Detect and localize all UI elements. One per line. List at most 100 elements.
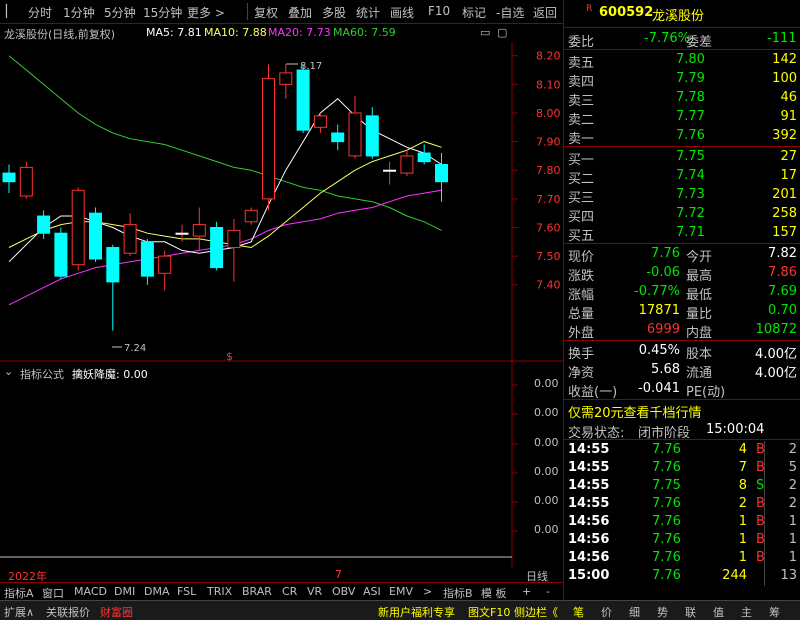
quick-view-button[interactable]: 联 (685, 604, 696, 620)
tab-indicator-a[interactable]: 指标A (4, 585, 34, 601)
wealth-circle-button[interactable]: 财富圈 (100, 604, 133, 620)
add-pane-button[interactable]: + (522, 585, 531, 598)
price-axis-tick: 7.70 (536, 193, 561, 206)
ask-row[interactable]: 卖三 7.78 46 (564, 89, 800, 109)
level-price: 7.76 (676, 128, 705, 143)
tab-window[interactable]: 窗口 (42, 585, 64, 601)
quick-view-button[interactable]: 价 (601, 604, 612, 620)
tab-1min[interactable]: 1分钟 (63, 4, 95, 21)
candle-body (37, 215, 51, 234)
tab-asi[interactable]: ASI (363, 585, 381, 598)
quick-view-button[interactable]: 筹 (769, 604, 780, 620)
ask-row[interactable]: 卖二 7.77 91 (564, 108, 800, 128)
expand-button[interactable]: 扩展∧ (4, 604, 34, 620)
candle-body (19, 166, 33, 197)
low-price-label: 7.24 (124, 343, 146, 354)
new-user-benefit-link[interactable]: 新用户福利专享 (378, 604, 455, 620)
tab-template[interactable]: 模 板 (481, 585, 507, 601)
f10-button[interactable]: F10 (428, 4, 450, 18)
ask-row[interactable]: 卖五 7.80 142 (564, 51, 800, 71)
tab-trix[interactable]: TRIX (207, 585, 232, 598)
candle[interactable] (54, 227, 68, 280)
quick-view-button[interactable]: 势 (657, 604, 668, 620)
bid-row[interactable]: 买三 7.73 201 (564, 186, 800, 206)
quick-view-button[interactable]: 笔 (573, 604, 584, 620)
level-label: 卖二 (568, 113, 595, 128)
tick-price: 7.76 (652, 442, 681, 457)
level-label: 买三 (568, 191, 595, 206)
quote-stat-row: 总量 17871 量比 0.70 (564, 302, 800, 322)
indicator-formula-label[interactable]: 指标公式 (20, 366, 64, 382)
indicator-y-tick: 0.00 (534, 436, 559, 449)
chart-collapse-icon[interactable]: ▢ (497, 26, 507, 39)
legend-ma5: MA5: 7.81 (146, 26, 202, 39)
level-price: 7.75 (676, 149, 705, 164)
indicator-dropdown-icon[interactable]: ⌄ (4, 365, 13, 378)
tab-cr[interactable]: CR (282, 585, 297, 598)
adjust-button[interactable]: 复权 (254, 4, 278, 21)
back-button[interactable]: 返回 (533, 4, 557, 21)
candle-body (175, 232, 189, 235)
event-marker[interactable]: $ (226, 350, 233, 362)
mark-button[interactable]: 标记 (462, 4, 486, 21)
overlay-button[interactable]: 叠加 (288, 4, 312, 21)
tick-price: 7.76 (652, 460, 681, 475)
toolbar-sidebar-toggle-icon[interactable]: ▏ (6, 4, 15, 18)
candle-body (262, 78, 275, 200)
tab-scroll-right-icon[interactable]: > (423, 585, 432, 598)
f10-graphic-button[interactable]: 图文F10 (468, 604, 510, 620)
quote-stat-row: 涨跌 -0.06 最高 7.86 (564, 264, 800, 284)
tab-brar[interactable]: BRAR (242, 585, 272, 598)
chart-settings-icon[interactable]: ▭ (480, 26, 490, 39)
ask-row[interactable]: 卖一 7.76 392 (564, 127, 800, 147)
remove-pane-button[interactable]: - (546, 585, 550, 598)
tab-15min[interactable]: 15分钟 (143, 4, 182, 21)
tab-emv[interactable]: EMV (389, 585, 413, 598)
remove-watchlist-button[interactable]: -自选 (496, 4, 524, 21)
level-volume: 46 (780, 90, 797, 105)
stat-label: 量比 (686, 307, 713, 322)
promo-link[interactable]: 仅需20元查看千档行情 (568, 402, 702, 421)
stat-label: 收益(一) (568, 385, 618, 400)
high-price-label: 8.17 (300, 61, 322, 72)
bid-row[interactable]: 买四 7.72 258 (564, 205, 800, 225)
ask-row[interactable]: 卖四 7.79 100 (564, 70, 800, 90)
tab-obv[interactable]: OBV (332, 585, 355, 598)
level-volume: 201 (772, 187, 797, 202)
stat-label: 净资 (568, 366, 595, 381)
quick-view-button[interactable]: 主 (741, 604, 752, 620)
candle[interactable] (262, 64, 275, 211)
tab-macd[interactable]: MACD (74, 585, 107, 598)
bid-row[interactable]: 买二 7.74 17 (564, 167, 800, 187)
tick-price: 7.76 (652, 532, 681, 547)
candle[interactable] (19, 161, 33, 199)
tab-vr[interactable]: VR (307, 585, 322, 598)
tab-fsl[interactable]: FSL (177, 585, 196, 598)
tab-indicator-b[interactable]: 指标B (443, 585, 473, 601)
bid-row[interactable]: 买一 7.75 27 (564, 148, 800, 168)
tick-count: 13 (780, 568, 797, 583)
multi-stock-button[interactable]: 多股 (322, 4, 346, 21)
level-volume: 91 (780, 109, 797, 124)
tab-5min[interactable]: 5分钟 (104, 4, 136, 21)
bid-row[interactable]: 买五 7.71 157 (564, 224, 800, 244)
tick-volume: 1 (738, 550, 747, 565)
draw-line-button[interactable]: 画线 (390, 4, 414, 21)
candle[interactable] (89, 207, 102, 262)
candle[interactable] (210, 221, 224, 271)
quick-view-button[interactable]: 细 (629, 604, 640, 620)
related-quotes-button[interactable]: 关联报价 (46, 604, 90, 620)
candle[interactable] (296, 64, 310, 134)
tab-timeshare[interactable]: 分时 (28, 4, 52, 21)
candle[interactable] (71, 187, 85, 271)
tab-more[interactable]: 更多 > (187, 4, 225, 21)
kline-chart[interactable]: 8.20 8.10 8.00 7.90 7.80 7.70 7.60 7.50 7.40 8.1… (0, 42, 563, 362)
candle[interactable] (244, 207, 258, 225)
sidebar-toggle-button[interactable]: 侧边栏《 (514, 604, 558, 620)
stats-button[interactable]: 统计 (356, 4, 380, 21)
legend-ma10: MA10: 7.88 (204, 26, 267, 39)
quick-view-button[interactable]: 值 (713, 604, 724, 620)
tab-dmi[interactable]: DMI (114, 585, 135, 598)
indicator-tab-bar: 指标A 窗口 MACD DMI DMA FSL TRIX BRAR CR VR … (0, 582, 563, 600)
tab-dma[interactable]: DMA (144, 585, 170, 598)
